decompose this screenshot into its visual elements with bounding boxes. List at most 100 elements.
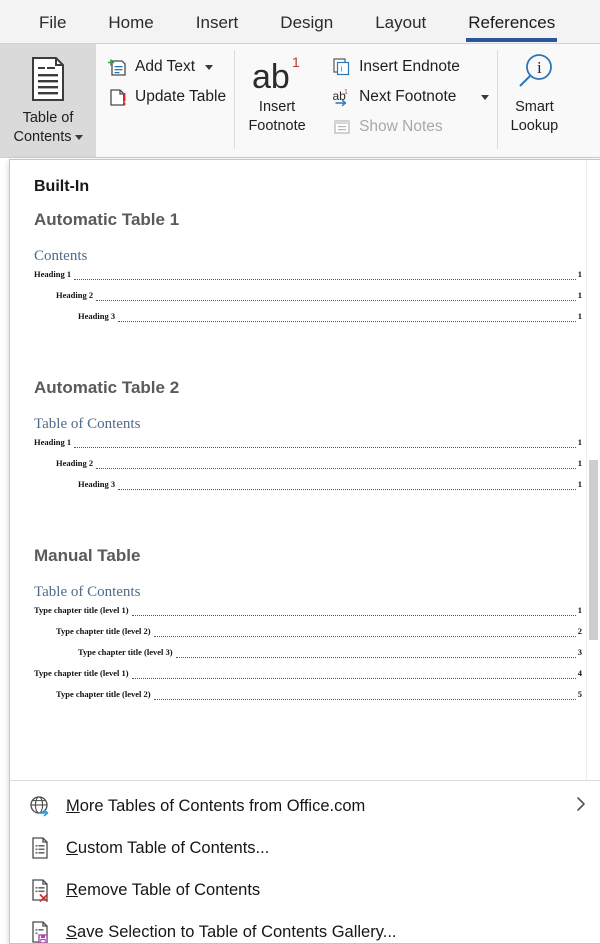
menu-item-label: Remove Table of Contents [66, 881, 590, 900]
accel-key: C [66, 838, 78, 857]
update-table-icon [108, 87, 128, 107]
tab-home[interactable]: Home [87, 10, 174, 36]
gallery-item-name: Manual Table [34, 546, 141, 565]
ribbon-tab-bar: File Home Insert Design Layout Reference… [0, 0, 600, 44]
preview-row-page: 1 [577, 269, 582, 279]
insert-endnote-button[interactable]: i Insert Endnote [330, 55, 497, 79]
preview-row-text: Type chapter title (level 3) [78, 647, 173, 657]
show-notes-icon [332, 117, 352, 137]
preview-toc-title: Table of Contents [34, 416, 141, 432]
chevron-down-icon[interactable] [74, 134, 83, 140]
menu-item-save-selection-to-gallery[interactable]: Save Selection to Table of Contents Gall… [10, 911, 600, 943]
preview-toc-row: Heading 1 1 [34, 435, 582, 450]
ribbon-body: Table of Contents Add Text Update Table … [0, 44, 600, 158]
preview-row-text: Heading 2 [56, 458, 94, 468]
smart-lookup-button[interactable]: i Smart Lookup [497, 44, 571, 157]
preview-row-text: Heading 1 [34, 437, 72, 447]
svg-text:1: 1 [344, 89, 348, 96]
svg-text:i: i [537, 58, 542, 77]
preview-row-page: 3 [577, 647, 582, 657]
menu-item-custom-table-of-contents[interactable]: Custom Table of Contents... [10, 827, 600, 869]
smart-lookup-label-line1: Smart [515, 99, 554, 115]
accel-key: S [66, 922, 78, 941]
preview-toc-row: Heading 1 1 [34, 267, 582, 282]
add-text-button[interactable]: Add Text [106, 55, 234, 79]
gallery-scroll-area: Built-In Automatic Table 1 Contents Head… [10, 160, 600, 780]
menu-item-remove-table-of-contents[interactable]: Remove Table of Contents [10, 869, 600, 911]
leader-dots [153, 636, 576, 637]
leader-dots [131, 615, 576, 616]
insert-footnote-button-label: Insert Footnote [248, 98, 305, 136]
tab-references-label: References [468, 13, 556, 32]
preview-toc-title: Table of Contents [34, 584, 141, 600]
gallery-section-header: Built-In [34, 178, 90, 195]
preview-toc-title: Contents [34, 248, 88, 264]
tab-file[interactable]: File [18, 10, 87, 36]
table-of-contents-button[interactable]: Table of Contents [0, 44, 96, 157]
preview-row-text: Type chapter title (level 1) [34, 668, 129, 678]
tab-design[interactable]: Design [259, 10, 354, 36]
leader-dots [175, 657, 576, 658]
tab-insert[interactable]: Insert [175, 10, 260, 36]
tab-layout[interactable]: Layout [354, 10, 447, 36]
gallery-item-name: Automatic Table 1 [34, 210, 180, 229]
table-of-contents-gallery-menu: Built-In Automatic Table 1 Contents Head… [9, 159, 600, 944]
preview-toc-row: Heading 2 1 [34, 288, 582, 303]
toc-small-commands: Add Text Update Table [96, 44, 234, 109]
table-of-contents-button-label: Table of Contents [13, 109, 83, 147]
next-footnote-button[interactable]: ab 1 Next Footnote [330, 85, 497, 109]
gallery-item-automatic-table-1: Automatic Table 1 Contents Heading 1 1 H… [34, 210, 582, 340]
ribbon-group-research: i Smart Lookup [497, 44, 571, 157]
show-notes-label: Show Notes [359, 118, 443, 135]
ribbon-group-footnotes: ab 1 Insert Footnote i Insert Endnote ab… [234, 44, 497, 157]
tab-insert-label: Insert [195, 13, 239, 32]
menu-item-label: Custom Table of Contents... [66, 839, 590, 858]
preview-toc-row: Heading 3 1 [34, 309, 582, 324]
globe-arrow-icon [28, 794, 52, 818]
preview-toc-row: Type chapter title (level 2) 2 [34, 624, 582, 639]
add-text-label: Add Text [135, 58, 196, 75]
gallery-item-automatic-table-2: Automatic Table 2 Table of Contents Head… [34, 378, 582, 508]
next-footnote-icon: ab 1 [332, 87, 352, 107]
menu-item-more-tables-from-office[interactable]: More Tables of Contents from Office.com [10, 785, 600, 827]
label-rest: ave Selection to Table of Contents Galle… [77, 922, 397, 941]
gallery-item-preview[interactable]: Table of Contents Heading 1 1 Heading 2 … [34, 404, 582, 508]
next-footnote-label: Next Footnote [359, 88, 457, 105]
gallery-item-preview[interactable]: Table of Contents Type chapter title (le… [34, 572, 582, 718]
tab-references[interactable]: References [447, 10, 576, 42]
menu-item-label: More Tables of Contents from Office.com [66, 797, 558, 816]
toc-label-line1: Table of [22, 110, 74, 126]
preview-row-page: 1 [577, 290, 582, 300]
update-table-button[interactable]: Update Table [106, 85, 234, 109]
gallery-scrollbar-thumb[interactable] [589, 460, 598, 640]
preview-toc-row: Heading 2 1 [34, 456, 582, 471]
save-selection-document-icon [28, 920, 52, 943]
preview-row-page: 2 [577, 626, 582, 636]
table-of-contents-icon [28, 56, 68, 102]
insert-footnote-button[interactable]: ab 1 Insert Footnote [234, 44, 320, 157]
svg-text:i: i [341, 65, 343, 74]
add-text-chevron-down-icon[interactable] [205, 64, 214, 70]
footnote-label-line1: Insert [258, 99, 296, 115]
preview-toc-row: Heading 3 1 [34, 477, 582, 492]
toc-label-line2: Contents [13, 129, 72, 145]
preview-row-text: Heading 2 [56, 290, 94, 300]
preview-row-page: 1 [577, 311, 582, 321]
tab-home-label: Home [108, 13, 154, 32]
preview-toc-row: Type chapter title (level 2) 5 [34, 687, 582, 702]
next-footnote-chevron-down-icon[interactable] [481, 94, 490, 100]
leader-dots [74, 447, 576, 448]
preview-row-page: 1 [577, 605, 582, 615]
preview-row-page: 1 [577, 458, 582, 468]
preview-toc-row: Type chapter title (level 1) 1 [34, 603, 582, 618]
update-table-label: Update Table [135, 88, 227, 105]
gallery-item-name: Automatic Table 2 [34, 378, 180, 397]
gallery-item-preview[interactable]: Contents Heading 1 1 Heading 2 1 Heading… [34, 236, 582, 340]
leader-dots [131, 678, 576, 679]
insert-footnote-ab-icon: ab 1 [248, 52, 306, 98]
gallery-scrollbar[interactable] [586, 160, 600, 780]
label-rest: ore Tables of Contents from Office.com [79, 796, 366, 815]
leader-dots [96, 468, 576, 469]
gallery-builtin-section: Built-In Automatic Table 1 Contents Head… [10, 178, 600, 718]
smart-lookup-label-line2: Lookup [510, 118, 559, 134]
